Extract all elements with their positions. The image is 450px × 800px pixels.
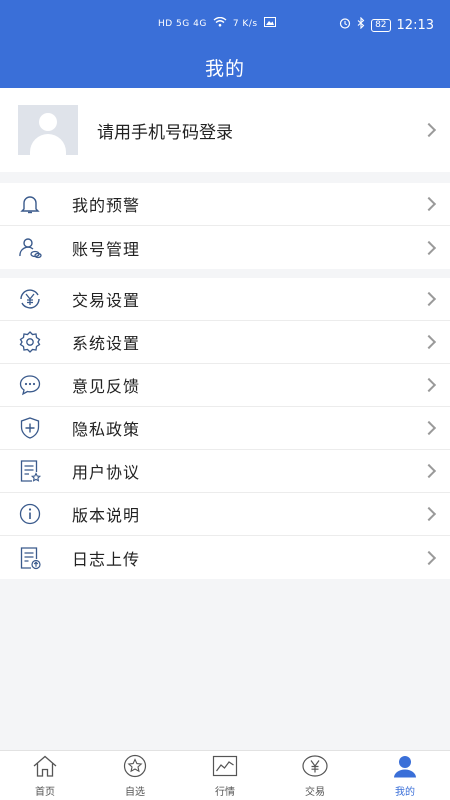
menu-item-label: 隐私政策 <box>72 420 141 439</box>
page-title: 我的 <box>204 58 245 80</box>
menu-item-system-settings[interactable]: 系统设置 <box>0 321 450 364</box>
menu-item-label: 账号管理 <box>72 239 141 259</box>
yen-refresh-icon <box>16 285 44 313</box>
alarm-icon <box>339 17 351 33</box>
user-link-icon <box>16 234 44 262</box>
document-upload-icon <box>16 544 44 572</box>
chart-icon <box>211 754 239 782</box>
menu-item-label: 版本说明 <box>72 506 141 525</box>
wifi-icon <box>213 16 227 30</box>
speed-indicator: 7 K/s <box>232 18 258 29</box>
chevron-right-icon <box>421 334 437 350</box>
chevron-right-icon <box>421 506 437 522</box>
tab-market[interactable]: 行情 <box>180 751 270 800</box>
tab-watchlist[interactable]: 自选 <box>90 751 180 800</box>
menu-item-feedback[interactable]: 意见反馈 <box>0 364 450 407</box>
settings-group-2: 交易设置 系统设置 意见反馈 隐私政策 用户协议 版本说明 日志上传 <box>0 278 450 579</box>
menu-item-label: 用户协议 <box>72 463 141 482</box>
info-icon <box>16 500 44 528</box>
clock: 12:13 <box>396 17 434 33</box>
tab-label: 我的 <box>395 786 415 798</box>
yen-icon <box>301 754 329 782</box>
menu-item-label: 系统设置 <box>72 334 141 353</box>
image-icon <box>263 17 276 30</box>
menu-item-label: 交易设置 <box>72 291 141 310</box>
status-right: 82 12:13 <box>339 16 434 33</box>
bluetooth-icon <box>357 16 365 33</box>
tab-label: 首页 <box>35 786 55 798</box>
menu-item-label: 日志上传 <box>72 549 141 569</box>
shield-plus-icon <box>16 414 44 442</box>
menu-item-account[interactable]: 账号管理 <box>0 226 450 269</box>
chat-bubble-icon <box>16 371 44 399</box>
chevron-right-icon <box>421 420 437 436</box>
bell-icon <box>16 190 44 218</box>
menu-item-trade-settings[interactable]: 交易设置 <box>0 278 450 321</box>
document-star-icon <box>16 457 44 485</box>
tab-mine[interactable]: 我的 <box>360 751 450 800</box>
login-prompt: 请用手机号码登录 <box>97 122 233 143</box>
battery-indicator: 82 <box>371 18 391 32</box>
menu-item-privacy[interactable]: 隐私政策 <box>0 407 450 450</box>
tab-label: 行情 <box>215 786 235 798</box>
avatar <box>18 105 78 155</box>
tab-label: 交易 <box>305 786 325 798</box>
chevron-right-icon <box>421 122 437 138</box>
chevron-right-icon <box>421 377 437 393</box>
status-network: HD 5G 4G 7 K/s <box>158 16 276 30</box>
menu-item-alerts[interactable]: 我的预警 <box>0 183 450 226</box>
home-icon <box>31 754 59 782</box>
status-bar: HD 5G 4G 7 K/s 82 12:13 <box>0 0 450 48</box>
settings-group-1: 我的预警 账号管理 <box>0 183 450 269</box>
menu-item-user-agreement[interactable]: 用户协议 <box>0 450 450 493</box>
chevron-right-icon <box>421 463 437 479</box>
menu-item-label: 我的预警 <box>72 196 141 215</box>
menu-item-version-notes[interactable]: 版本说明 <box>0 493 450 536</box>
bottom-tab-bar: 首页 自选 行情 交易 我的 <box>0 750 450 800</box>
menu-item-log-upload[interactable]: 日志上传 <box>0 536 450 579</box>
login-row[interactable]: 请用手机号码登录 <box>0 88 450 172</box>
tab-home[interactable]: 首页 <box>0 751 90 800</box>
network-indicator: HD 5G 4G <box>158 18 207 29</box>
chevron-right-icon <box>421 240 437 255</box>
chevron-right-icon <box>421 196 437 212</box>
chevron-right-icon <box>421 291 437 307</box>
person-icon <box>391 754 419 782</box>
star-icon <box>121 754 149 782</box>
chevron-right-icon <box>421 550 437 565</box>
tab-trade[interactable]: 交易 <box>270 751 360 800</box>
tab-label: 自选 <box>125 786 145 798</box>
gear-icon <box>16 328 44 356</box>
header: HD 5G 4G 7 K/s 82 12:13 我的 <box>0 0 450 88</box>
menu-item-label: 意见反馈 <box>72 377 141 396</box>
